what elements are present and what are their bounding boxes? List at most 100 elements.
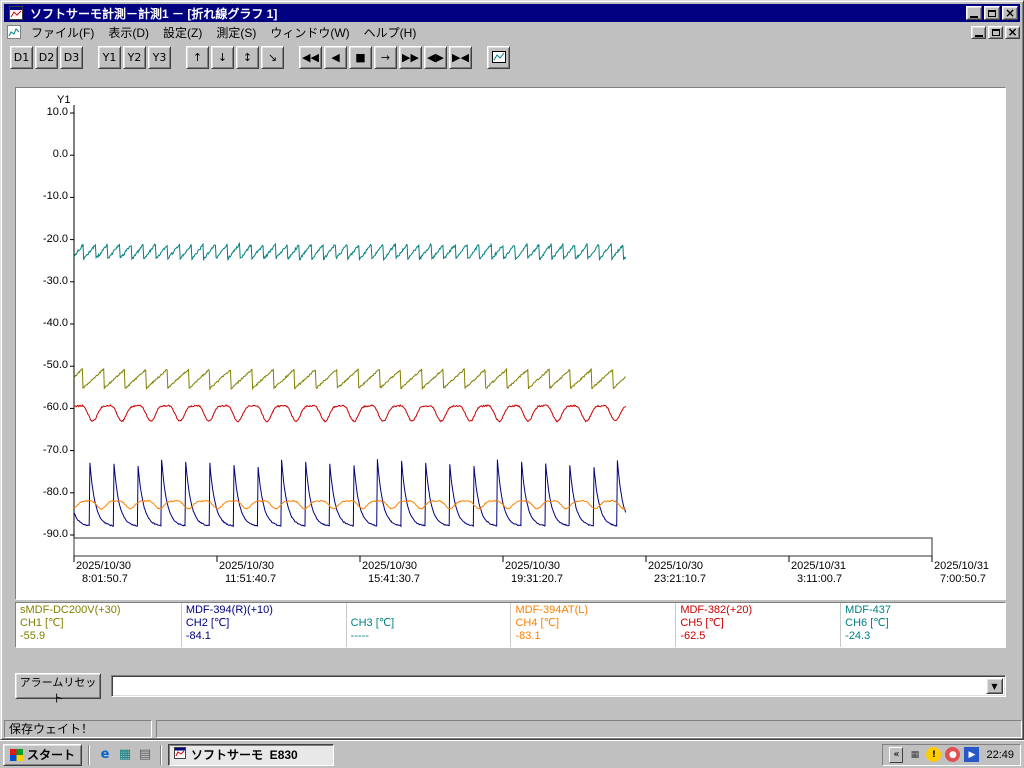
close-button[interactable]: × — [1002, 6, 1018, 20]
tray-clock: 22:49 — [986, 748, 1014, 761]
d1-button[interactable]: D1 — [10, 45, 33, 69]
scale-shift-button[interactable]: ↘ — [261, 45, 284, 69]
restore-button[interactable] — [984, 6, 1000, 20]
mdi-child-icon[interactable] — [6, 25, 22, 40]
legend-ch6: MDF-437 CH6 [℃] -24.3 — [840, 603, 1005, 647]
y-axis-label: Y1 — [57, 94, 71, 106]
scale-up-button[interactable]: ↑ — [186, 45, 209, 69]
compress-scale-button[interactable]: ▶◀ — [449, 45, 472, 69]
stop-button[interactable]: ■ — [349, 45, 372, 69]
menu-view[interactable]: 表示(D) — [101, 23, 156, 42]
series-ch1 — [73, 367, 626, 391]
menu-file[interactable]: ファイル(F) — [24, 23, 101, 42]
x-tick-label: 2025/10/30 15:41:30.7 — [362, 560, 420, 585]
zoom-graph-button[interactable] — [487, 45, 510, 69]
scroll-fast-right-button[interactable]: ▶▶ — [399, 45, 422, 69]
minimize-button[interactable] — [966, 6, 982, 20]
line-chart — [70, 105, 933, 562]
application-window: ソフトサーモ計測－計測1 － [折れ線グラフ 1] × ファイル(F) 表示(D)… — [0, 0, 1024, 740]
menubar: ファイル(F) 表示(D) 設定(Z) 測定(S) ウィンドウ(W) ヘルプ(H) × — [4, 23, 1020, 41]
task-button[interactable]: ソフトサーモ E830 — [168, 743, 335, 766]
y-tick-label: -50.0 — [42, 359, 68, 372]
y2-button[interactable]: Y2 — [123, 45, 146, 69]
statusbar-panel — [156, 720, 1022, 738]
y-tick-label: -60.0 — [42, 401, 68, 414]
y1-button[interactable]: Y1 — [98, 45, 121, 69]
legend-ch5: MDF-382(+20) CH5 [℃] -62.5 — [675, 603, 840, 647]
x-tick-label: 2025/10/30 11:51:40.7 — [219, 560, 277, 585]
scroll-left-button[interactable]: ◀ — [324, 45, 347, 69]
y-tick-label: -30.0 — [42, 274, 68, 287]
quicklaunch: e ▦ ▤ — [96, 746, 154, 764]
taskbar: スタート e ▦ ▤ ソフトサーモ E830 « ▦! ● ▶ 22:49 — [0, 740, 1024, 768]
series-ch5 — [74, 404, 627, 423]
start-button[interactable]: スタート — [3, 743, 83, 766]
show-desktop-icon[interactable]: ▦ — [116, 746, 134, 764]
chart-panel: 10.0 0.0 -10.0 -20.0 -30.0 -40.0 -50.0 -60.0 -70… — [15, 87, 1006, 600]
tray-icons: ▦! ● ▶ — [907, 747, 980, 762]
legend-ch2: MDF-394(R)(+10) CH2 [℃] -84.1 — [180, 603, 346, 647]
d2-button[interactable]: D2 — [35, 45, 58, 69]
child-restore-button[interactable] — [988, 25, 1003, 39]
x-tick-label: 2025/10/30 8:01:50.7 — [76, 560, 132, 585]
keyboard-layout-icon[interactable]: ▦ — [907, 747, 922, 762]
app-icon-small — [174, 747, 187, 762]
y-tick-label: -10.0 — [42, 190, 68, 203]
alarm-reset-button[interactable]: アラームリセット — [15, 673, 101, 705]
y-tick-label: -20.0 — [42, 232, 68, 245]
menu-settings[interactable]: 設定(Z) — [156, 23, 209, 42]
window-title: ソフトサーモ計測－計測1 － [折れ線グラフ 1] — [30, 6, 278, 21]
quicklaunch-separator[interactable] — [160, 744, 163, 765]
d3-button[interactable]: D3 — [60, 45, 83, 69]
y-tick-label: -80.0 — [42, 485, 68, 498]
restore-icon — [991, 28, 1000, 36]
mdi-child-controls: × — [969, 25, 1020, 39]
x-tick-label: 2025/10/30 19:31:20.7 — [505, 560, 563, 585]
menu-items: ファイル(F) 表示(D) 設定(Z) 測定(S) ウィンドウ(W) ヘルプ(H) — [24, 23, 423, 42]
statusbar: 保存ウェイト！ — [4, 720, 1022, 738]
series-ch6 — [73, 241, 627, 262]
internet-explorer-icon[interactable]: e — [96, 746, 114, 764]
x-tick-label: 2025/10/31 3:11:00.7 — [791, 560, 847, 585]
media-player-icon[interactable]: ▶ — [964, 747, 980, 762]
quicklaunch-separator[interactable] — [88, 744, 91, 765]
combobox-dropdown-button[interactable]: ▼ — [986, 678, 1003, 694]
windows-logo-icon — [10, 748, 23, 761]
scroll-fast-left-button[interactable]: ◀◀ — [299, 45, 322, 69]
legend-ch4: MDF-394AT(L) CH4 [℃] -83.1 — [510, 603, 675, 647]
menu-window[interactable]: ウィンドウ(W) — [263, 23, 356, 42]
x-tick-label: 2025/10/31 7:00:50.7 — [934, 560, 990, 585]
titlebar[interactable]: ソフトサーモ計測－計測1 － [折れ線グラフ 1] × — [4, 4, 1020, 22]
menu-measure[interactable]: 測定(S) — [209, 23, 263, 42]
combobox-value — [115, 679, 983, 693]
menu-help[interactable]: ヘルプ(H) — [357, 23, 424, 42]
scale-fit-button[interactable]: ↕ — [236, 45, 259, 69]
y-tick-label: 10.0 — [46, 106, 68, 118]
toolbar: D1 D2 D3 Y1 Y2 Y3 ↑ ↓ ↕ ↘ ◀◀ ◀ ■ → ▶▶ ◀▶ ▶◀ — [4, 42, 1020, 72]
legend-ch1: sMDF-DC200V(+30) CH1 [℃] -55.9 — [20, 604, 121, 642]
scale-down-button[interactable]: ↓ — [211, 45, 234, 69]
expand-scale-button[interactable]: ◀▶ — [424, 45, 447, 69]
child-minimize-button[interactable] — [971, 25, 986, 39]
minimize-icon — [974, 34, 983, 37]
task-button-label: ソフトサーモ E830 — [191, 748, 298, 762]
restore-icon — [988, 9, 996, 17]
legend-ch3: CH3 [℃] ----- — [345, 603, 511, 647]
tray-chevron-button[interactable]: « — [889, 746, 904, 763]
message-combobox[interactable]: ▼ — [111, 675, 1006, 697]
scroll-right-button[interactable]: → — [374, 45, 397, 69]
security-icon[interactable]: ● — [945, 747, 961, 762]
channels-icon[interactable]: ▤ — [136, 746, 154, 764]
close-icon: × — [1004, 6, 1016, 20]
y3-button[interactable]: Y3 — [148, 45, 171, 69]
update-notification-icon[interactable]: ! — [926, 747, 942, 762]
status-message: 保存ウェイト！ — [4, 720, 152, 738]
dropdown-icon: ▼ — [991, 681, 998, 691]
child-close-button[interactable]: × — [1005, 25, 1020, 39]
start-label: スタート — [27, 748, 76, 762]
app-icon[interactable] — [8, 6, 24, 21]
y-tick-label: -70.0 — [42, 443, 68, 456]
series-ch4 — [73, 499, 626, 511]
screen: ソフトサーモ計測－計測1 － [折れ線グラフ 1] × ファイル(F) 表示(D)… — [0, 0, 1024, 768]
y-tick-label: 0.0 — [52, 148, 68, 161]
